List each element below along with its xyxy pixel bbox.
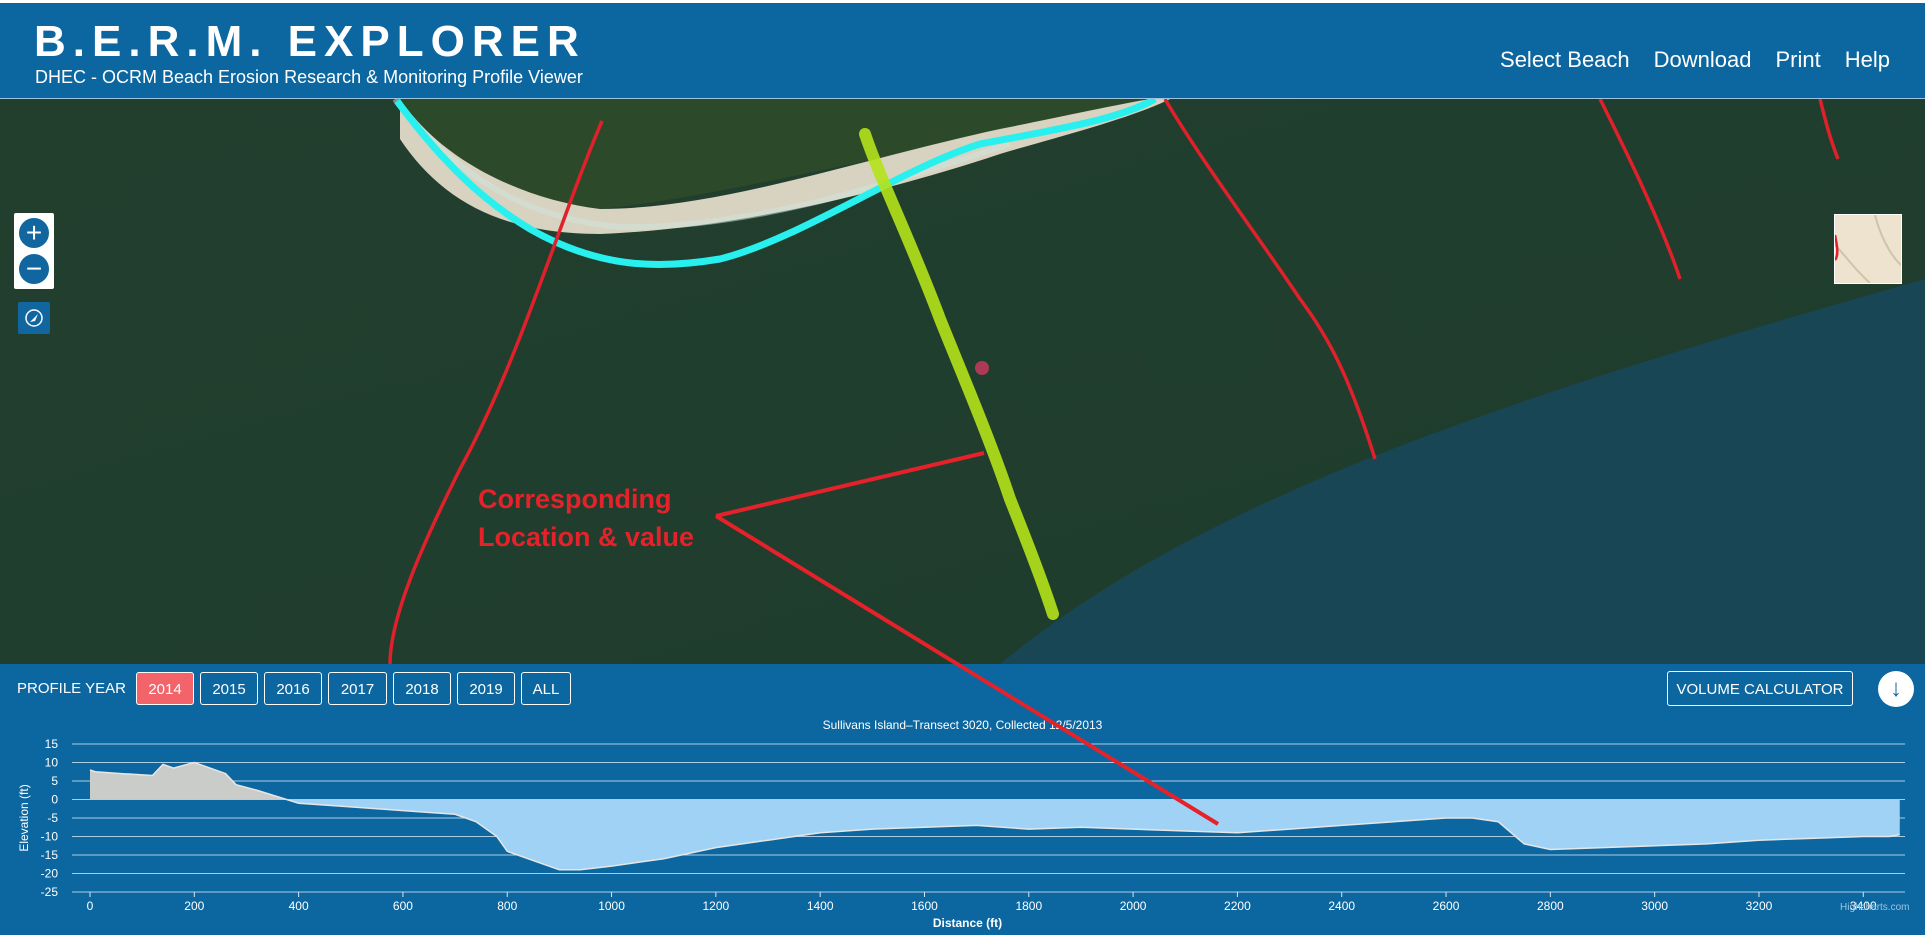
year-button-2014[interactable]: 2014 — [136, 672, 194, 705]
map-imagery — [0, 99, 1925, 664]
collapse-arrow-icon[interactable]: ↓ — [1878, 671, 1914, 707]
nav-select-beach[interactable]: Select Beach — [1500, 47, 1630, 73]
x-tick-label: 1200 — [703, 899, 730, 913]
y-tick-label: -5 — [47, 811, 58, 825]
x-tick-label: 1600 — [911, 899, 938, 913]
x-tick-label: 2600 — [1433, 899, 1460, 913]
x-tick-label: 3000 — [1641, 899, 1668, 913]
profile-panel: PROFILE YEAR 2014 2015 2016 2017 2018 20… — [0, 664, 1925, 935]
annotation-line-1: Corresponding — [478, 484, 672, 514]
locate-button[interactable] — [18, 302, 50, 334]
y-axis-title: Elevation (ft) — [17, 784, 31, 851]
x-axis-title: Distance (ft) — [933, 916, 1002, 930]
basemap-toggle[interactable] — [1834, 214, 1902, 284]
y-tick-label: 5 — [51, 774, 58, 788]
year-button-all[interactable]: ALL — [521, 672, 571, 705]
top-nav: Select Beach Download Print Help — [1500, 47, 1890, 73]
y-tick-label: -15 — [41, 848, 59, 862]
year-button-2015[interactable]: 2015 — [200, 672, 258, 705]
nav-download[interactable]: Download — [1654, 47, 1752, 73]
annotation-line-2: Location & value — [478, 522, 695, 552]
x-tick-label: 2200 — [1224, 899, 1251, 913]
zoom-out-button[interactable]: − — [17, 252, 51, 286]
x-tick-label: 400 — [289, 899, 309, 913]
compass-icon — [25, 309, 43, 327]
y-tick-label: -10 — [41, 830, 59, 844]
basemap-thumbnail-icon — [1835, 215, 1901, 283]
annotation-label: Corresponding Location & value — [478, 480, 694, 556]
y-tick-label: 15 — [45, 737, 59, 751]
x-tick-label: 600 — [393, 899, 413, 913]
area-below-zero — [90, 799, 1900, 870]
year-button-2017[interactable]: 2017 — [328, 672, 387, 705]
year-button-2018[interactable]: 2018 — [393, 672, 451, 705]
chart-title: Sullivans Island–Transect 3020, Collecte… — [822, 718, 1103, 732]
y-tick-label: -25 — [41, 885, 59, 899]
x-tick-label: 2800 — [1537, 899, 1564, 913]
chart-credit[interactable]: Highcharts.com — [1840, 902, 1909, 913]
zoom-control: + − — [14, 213, 54, 289]
app-title: B.E.R.M. EXPLORER — [34, 17, 586, 66]
x-tick-label: 200 — [184, 899, 204, 913]
x-tick-label: 2400 — [1328, 899, 1355, 913]
nav-help[interactable]: Help — [1845, 47, 1890, 73]
app-subtitle: DHEC - OCRM Beach Erosion Research & Mon… — [35, 67, 583, 87]
x-tick-label: 3200 — [1746, 899, 1773, 913]
nav-print[interactable]: Print — [1776, 47, 1821, 73]
profile-year-label: PROFILE YEAR — [17, 680, 126, 697]
app-header: B.E.R.M. EXPLORER DHEC - OCRM Beach Eros… — [0, 0, 1925, 99]
volume-calculator-button[interactable]: VOLUME CALCULATOR — [1667, 671, 1853, 706]
year-button-2019[interactable]: 2019 — [457, 672, 515, 705]
x-tick-label: 2000 — [1120, 899, 1147, 913]
location-marker — [975, 361, 989, 375]
profile-chart[interactable]: 15 10 5 0 -5 -10 -15 -20 -25 0 200 400 600 800 1000 120… — [0, 732, 1925, 932]
year-button-2016[interactable]: 2016 — [264, 672, 322, 705]
y-tick-label: 0 — [51, 793, 58, 807]
x-tick-label: 1800 — [1015, 899, 1042, 913]
x-tick-label: 800 — [497, 899, 517, 913]
x-tick-label: 1000 — [598, 899, 625, 913]
zoom-in-button[interactable]: + — [17, 216, 51, 250]
satellite-map[interactable]: + − — [0, 99, 1925, 664]
x-tick-label: 1400 — [807, 899, 834, 913]
y-tick-label: 10 — [45, 756, 59, 770]
x-tick-label: 0 — [87, 899, 94, 913]
y-tick-label: -20 — [41, 867, 59, 881]
